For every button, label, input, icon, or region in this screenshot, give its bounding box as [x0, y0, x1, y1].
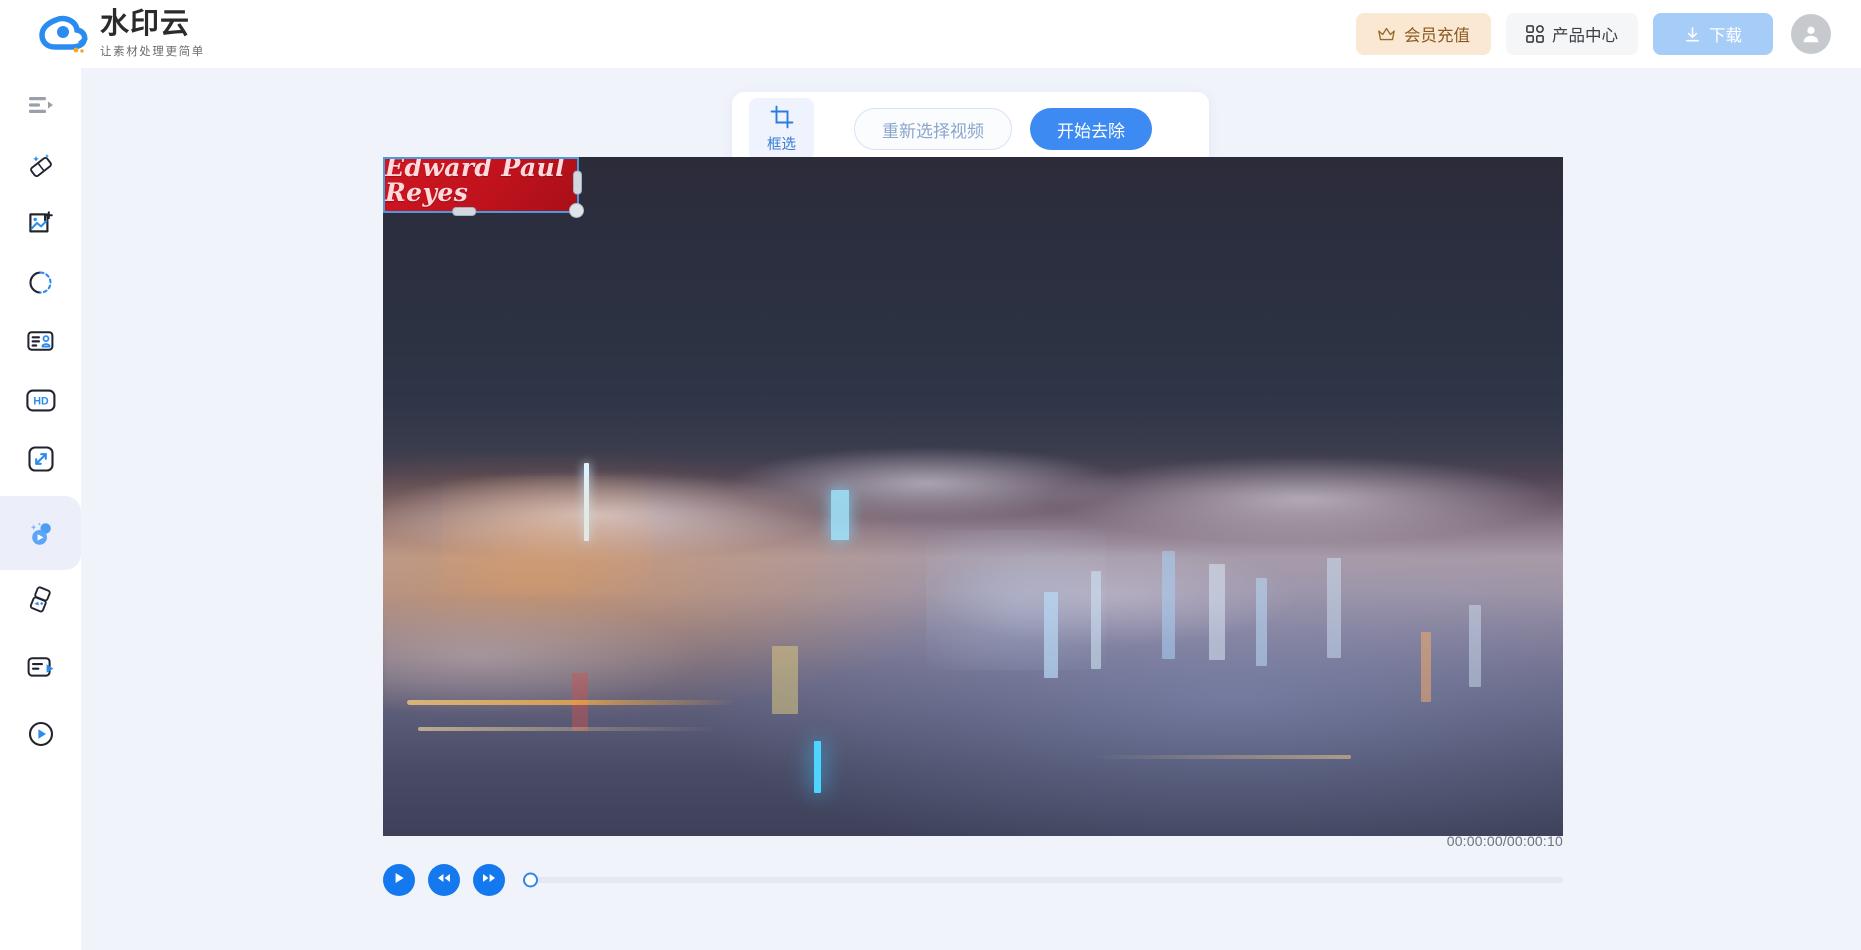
reselect-video-button[interactable]: 重新选择视频	[854, 108, 1012, 150]
sidebar-item-cutout[interactable]	[0, 253, 81, 311]
user-avatar-icon[interactable]	[1791, 14, 1831, 54]
sidebar-item-video-erase[interactable]	[0, 504, 81, 562]
play-icon	[392, 871, 406, 890]
download-icon	[1684, 26, 1701, 43]
app-header: 水印云 让素材处理更简单 会员充值 产品中心	[0, 0, 1861, 68]
sidebar-item-video-subtitle[interactable]	[0, 638, 81, 696]
watermark-tilt-icon	[27, 586, 55, 614]
play-button[interactable]	[383, 864, 415, 896]
sidebar-item-enhance-photo[interactable]	[0, 194, 81, 252]
sidebar-item-erase[interactable]	[0, 135, 81, 193]
crop-select-tool[interactable]: 框选	[749, 98, 814, 160]
time-display: 00:00:00/00:00:10	[1447, 833, 1563, 849]
crown-icon	[1377, 26, 1396, 43]
selection-handle-south[interactable]	[452, 207, 476, 216]
watermark-name: Edward Paul Reyes	[385, 159, 577, 205]
video-magic-icon	[26, 518, 56, 548]
video-progress-slider[interactable]	[525, 864, 1563, 896]
sidebar-item-collapse[interactable]	[0, 76, 81, 134]
video-preview[interactable]: Edward Paul Reyes LAW OFFICES	[383, 157, 1563, 836]
crop-select-label: 框选	[767, 138, 796, 153]
crop-frame-icon	[770, 105, 794, 134]
cloud-logo-icon	[38, 12, 90, 56]
progress-knob[interactable]	[523, 873, 538, 888]
product-center-label: 产品中心	[1552, 22, 1618, 46]
time-readout-row: 00:00:00/00:00:10	[383, 833, 1563, 849]
download-label: 下载	[1709, 22, 1742, 46]
workspace: 框选 重新选择视频 开始去除	[81, 68, 1861, 950]
brand-logo[interactable]: 水印云 让素材处理更简单	[38, 9, 205, 58]
play-circle-icon	[28, 721, 54, 747]
subtitle-play-icon	[27, 656, 55, 679]
progress-track	[525, 877, 1563, 883]
grid-apps-icon	[1526, 25, 1544, 43]
sidebar-item-video-play[interactable]	[0, 705, 81, 763]
rewind-button[interactable]	[428, 864, 460, 896]
hd-icon: HD	[26, 389, 56, 412]
id-card-icon	[27, 330, 54, 352]
header-actions: 会员充值 产品中心 下载	[1356, 13, 1831, 55]
sidebar-item-id-photo[interactable]	[0, 312, 81, 370]
watermark-selection-box[interactable]: Edward Paul Reyes LAW OFFICES	[383, 157, 579, 213]
sidebar-item-expand[interactable]	[0, 430, 81, 488]
start-removal-button[interactable]: 开始去除	[1030, 108, 1152, 150]
vip-recharge-label: 会员充值	[1404, 22, 1470, 46]
brand-slogan: 让素材处理更简单	[100, 43, 205, 59]
left-sidebar: HD	[0, 68, 81, 950]
selection-handle-southeast[interactable]	[569, 203, 584, 218]
image-plus-icon	[27, 210, 54, 237]
brand-name: 水印云	[100, 9, 205, 39]
eraser-sparkle-icon	[27, 150, 55, 178]
menu-collapse-icon	[28, 95, 54, 115]
download-button[interactable]: 下载	[1653, 13, 1773, 55]
video-watermark: Edward Paul Reyes LAW OFFICES	[385, 159, 577, 211]
sidebar-item-hd[interactable]: HD	[0, 371, 81, 429]
product-center-button[interactable]: 产品中心	[1506, 13, 1638, 55]
rewind-icon	[436, 871, 452, 890]
circle-dashed-icon	[27, 269, 54, 296]
video-player-controls	[383, 858, 1563, 902]
selection-handle-east[interactable]	[573, 171, 582, 195]
expand-arrows-icon	[28, 446, 54, 472]
svg-text:HD: HD	[33, 395, 49, 407]
vip-recharge-button[interactable]: 会员充值	[1356, 13, 1491, 55]
video-frame-city-lights	[383, 157, 1563, 836]
editor-toolbar: 框选 重新选择视频 开始去除	[732, 92, 1209, 166]
fast-forward-button[interactable]	[473, 864, 505, 896]
sidebar-item-video-watermark[interactable]	[0, 571, 81, 629]
fast-forward-icon	[481, 871, 497, 890]
